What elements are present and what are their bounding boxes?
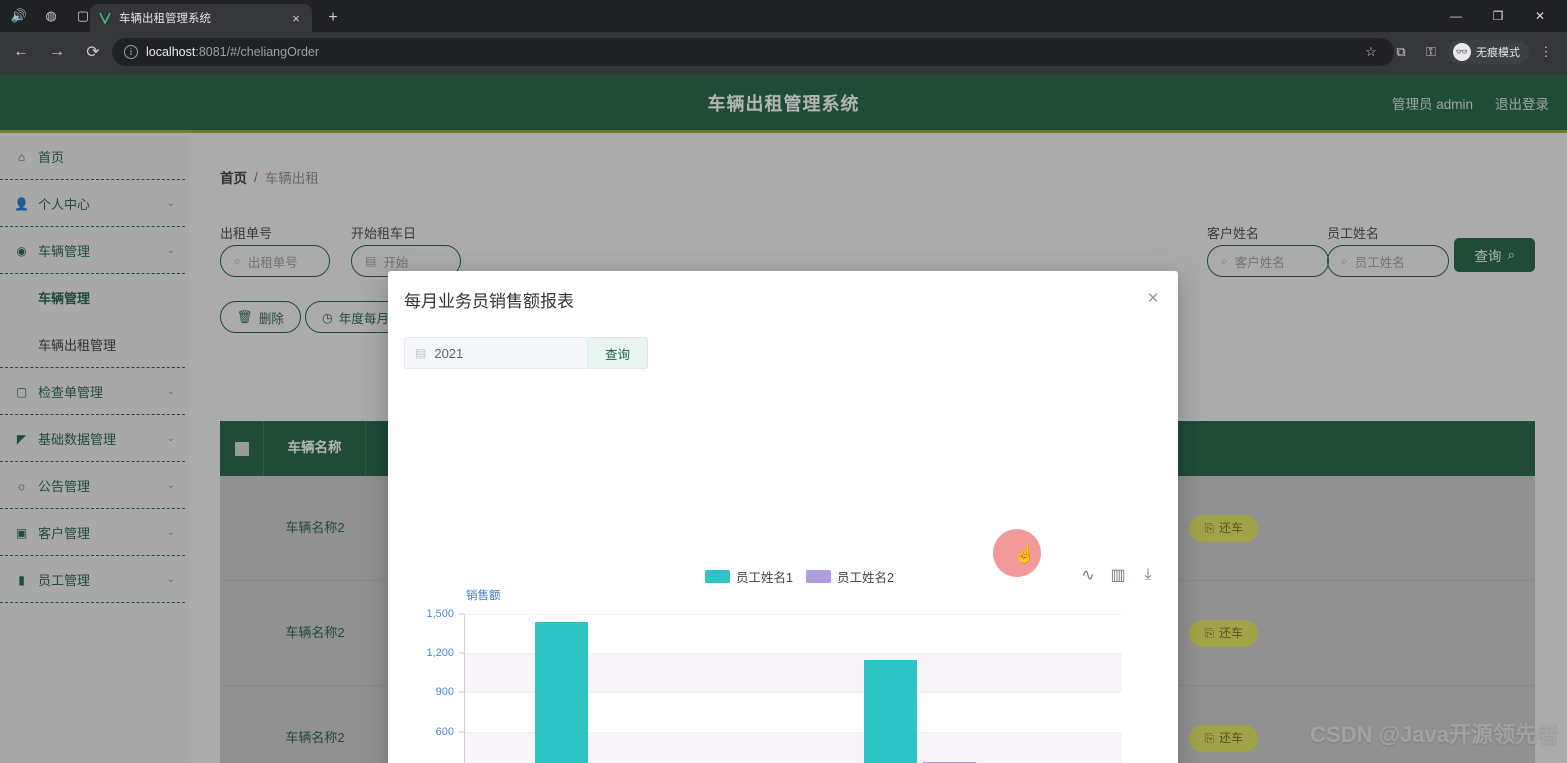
menu-icon[interactable]: ⋮ [1533, 39, 1559, 65]
extensions-icon[interactable]: ⧉ [1388, 39, 1414, 65]
url-text: localhost:8081/#/cheliangOrder [146, 45, 319, 59]
new-tab-button[interactable]: + [322, 7, 344, 29]
bar[interactable] [534, 621, 588, 763]
screen: 🔊 ◍ ▢ 车辆出租管理系统 × + — ❐ ✕ ← → ⟳ i localho… [0, 0, 1567, 763]
url-host: localhost [146, 45, 196, 59]
omnibox-actions: ☆ ⧉ ⚿ 👓 无痕模式 ⋮ [1358, 38, 1559, 66]
monthly-sales-report-dialog: 每月业务员销售额报表 ✕ ▤ 2021 查询 ☝ 员工姓名1 员工姓名2 ∿ ▥ ⤓ … [388, 271, 1178, 763]
y-tick-label: 1,500 [426, 608, 454, 620]
chart-legend: 员工姓名1 员工姓名2 [705, 567, 894, 586]
minimize-button[interactable]: — [1435, 1, 1477, 31]
legend-swatch [805, 570, 831, 583]
browser-tab[interactable]: 车辆出租管理系统 × [90, 4, 312, 32]
web-page: 车辆出租管理系统 管理员 admin 退出登录 ⌂ 首页 👤 个人中心 ⌄ ◉ 车辆管理 ⌄ 车… [0, 75, 1567, 763]
legend-item[interactable]: 员工姓名1 [705, 567, 793, 586]
bookmark-star-icon[interactable]: ☆ [1358, 39, 1384, 65]
browser-chrome: 🔊 ◍ ▢ 车辆出租管理系统 × + — ❐ ✕ ← → ⟳ i localho… [0, 0, 1567, 98]
incognito-label: 无痕模式 [1476, 47, 1520, 59]
year-value: 2021 [434, 345, 464, 361]
dialog-title: 每月业务员销售额报表 [404, 292, 574, 311]
dialog-search-button[interactable]: 查询 [588, 337, 648, 369]
url-path: :8081/#/cheliangOrder [195, 45, 320, 59]
key-icon[interactable]: ⚿ [1418, 39, 1444, 65]
download-icon[interactable]: ⤓ [1140, 566, 1156, 583]
globe-icon: ◍ [45, 8, 57, 23]
y-tick-label: 600 [435, 725, 454, 738]
tab-title: 车辆出租管理系统 [119, 13, 211, 25]
close-window-button[interactable]: ✕ [1519, 1, 1561, 31]
legend-swatch [705, 570, 730, 583]
forward-icon[interactable]: → [42, 37, 72, 67]
cursor-pointer-icon: ☝ [1014, 545, 1036, 564]
dialog-search-label: 查询 [604, 347, 630, 362]
window-controls: — ❐ ✕ [1435, 0, 1561, 32]
legend-label: 员工姓名1 [736, 571, 793, 585]
site-info-icon[interactable]: i [124, 45, 138, 59]
legend-item[interactable]: 员工姓名2 [805, 567, 894, 586]
incognito-indicator[interactable]: 👓 无痕模式 [1448, 40, 1529, 64]
bar[interactable] [863, 659, 917, 763]
chart-toolbar: ∿ ▥ ⤓ [1080, 566, 1156, 584]
y-axis-title: 销售额 [466, 590, 501, 602]
address-bar[interactable]: i localhost:8081/#/cheliangOrder [112, 38, 1394, 66]
y-axis [464, 614, 465, 763]
line-chart-icon[interactable]: ∿ [1080, 567, 1096, 584]
gridline [464, 614, 1122, 615]
bar-chart: 销售额 月份 03006009001,2001,5002022-032022-0… [404, 590, 1162, 763]
close-icon[interactable]: ✕ [1142, 287, 1164, 309]
year-input[interactable]: ▤ 2021 [404, 337, 588, 369]
y-tick-label: 900 [435, 686, 454, 699]
tab-strip: 🔊 ◍ ▢ 车辆出租管理系统 × + — ❐ ✕ [0, 0, 1567, 32]
y-tick-label: 1,200 [426, 647, 454, 660]
bar-chart-icon[interactable]: ▥ [1110, 567, 1126, 584]
maximize-button[interactable]: ❐ [1477, 1, 1519, 31]
legend-label: 员工姓名2 [836, 571, 894, 585]
speaker-icon: 🔊 [10, 8, 28, 23]
back-icon[interactable]: ← [6, 37, 36, 67]
reload-icon[interactable]: ⟳ [78, 37, 108, 67]
incognito-icon: 👓 [1453, 43, 1471, 61]
system-icons: 🔊 ◍ ▢ [4, 0, 98, 32]
calendar-icon: ▤ [415, 346, 427, 360]
tab-close-icon[interactable]: × [288, 11, 304, 26]
v-logo-icon [98, 11, 112, 25]
